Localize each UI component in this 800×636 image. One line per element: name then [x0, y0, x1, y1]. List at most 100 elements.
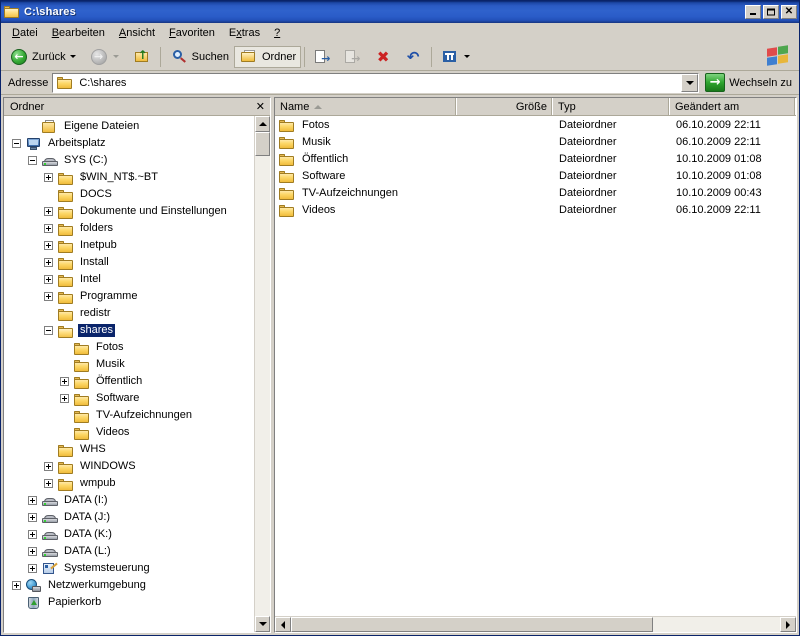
- expand-plus-icon[interactable]: [28, 564, 37, 573]
- menu-datei[interactable]: Datei: [5, 25, 45, 41]
- scroll-track[interactable]: [255, 132, 270, 616]
- move-to-button[interactable]: →: [308, 46, 338, 68]
- views-button[interactable]: [435, 46, 478, 68]
- expand-plus-icon[interactable]: [28, 530, 37, 539]
- tree-node[interactable]: DATA (L:): [4, 543, 254, 560]
- back-dropdown-icon[interactable]: [70, 55, 76, 58]
- tree-node[interactable]: WHS: [4, 441, 254, 458]
- tree-node[interactable]: Fotos: [4, 339, 254, 356]
- search-button[interactable]: Suchen: [164, 46, 234, 68]
- menu-help[interactable]: ?: [267, 25, 287, 41]
- tree-node[interactable]: DATA (J:): [4, 509, 254, 526]
- tree-node[interactable]: Programme: [4, 288, 254, 305]
- collapse-minus-icon[interactable]: [44, 326, 53, 335]
- address-dropdown-button[interactable]: [681, 74, 698, 92]
- minimize-button[interactable]: [745, 5, 761, 19]
- title-bar[interactable]: C:\shares ✕: [1, 1, 799, 23]
- expand-plus-icon[interactable]: [60, 377, 69, 386]
- file-list-row[interactable]: ÖffentlichDateiordner10.10.2009 01:08: [275, 150, 796, 167]
- tree-node[interactable]: Arbeitsplatz: [4, 135, 254, 152]
- scroll-thumb[interactable]: [255, 132, 270, 156]
- tree-node[interactable]: shares: [4, 322, 254, 339]
- column-header[interactable]: Geändert am: [670, 98, 796, 115]
- address-input[interactable]: C:\shares: [52, 73, 699, 93]
- go-button[interactable]: Wechseln zu: [703, 72, 796, 94]
- column-header[interactable]: Name: [275, 98, 457, 115]
- menu-extras[interactable]: Extras: [222, 25, 267, 41]
- close-button[interactable]: ✕: [781, 5, 797, 19]
- scroll-down-button[interactable]: [255, 616, 270, 632]
- folders-button[interactable]: Ordner: [234, 46, 301, 68]
- tree-node[interactable]: DATA (I:): [4, 492, 254, 509]
- tree-node[interactable]: Intel: [4, 271, 254, 288]
- collapse-minus-icon[interactable]: [12, 139, 21, 148]
- expand-plus-icon[interactable]: [44, 173, 53, 182]
- tree-node[interactable]: Papierkorb: [4, 594, 254, 611]
- tree-node[interactable]: DOCS: [4, 186, 254, 203]
- file-list-row[interactable]: MusikDateiordner06.10.2009 22:11: [275, 133, 796, 150]
- tree-node[interactable]: Software: [4, 390, 254, 407]
- hscroll-thumb[interactable]: [291, 617, 653, 632]
- scroll-left-button[interactable]: [275, 617, 291, 632]
- tree-node[interactable]: WINDOWS: [4, 458, 254, 475]
- tree-node[interactable]: Musik: [4, 356, 254, 373]
- file-list-row[interactable]: FotosDateiordner06.10.2009 22:11: [275, 116, 796, 133]
- tree-node[interactable]: SYS (C:): [4, 152, 254, 169]
- expand-plus-icon[interactable]: [28, 496, 37, 505]
- column-header[interactable]: Größe: [457, 98, 553, 115]
- expand-plus-icon[interactable]: [60, 394, 69, 403]
- tree-node[interactable]: Systemsteuerung: [4, 560, 254, 577]
- column-header[interactable]: Typ: [553, 98, 670, 115]
- collapse-minus-icon[interactable]: [28, 156, 37, 165]
- scroll-up-button[interactable]: [255, 116, 270, 132]
- tree-node[interactable]: Dokumente und Einstellungen: [4, 203, 254, 220]
- tree-node[interactable]: DATA (K:): [4, 526, 254, 543]
- file-list-row[interactable]: SoftwareDateiordner10.10.2009 01:08: [275, 167, 796, 184]
- folder-icon: [58, 188, 74, 202]
- expand-plus-icon[interactable]: [44, 275, 53, 284]
- copy-to-button[interactable]: →: [338, 46, 368, 68]
- menu-bearbeiten[interactable]: Bearbeiten: [45, 25, 112, 41]
- tree-node[interactable]: Netzwerkumgebung: [4, 577, 254, 594]
- expand-plus-icon[interactable]: [44, 292, 53, 301]
- expand-plus-icon[interactable]: [44, 462, 53, 471]
- up-button[interactable]: ↑: [127, 46, 157, 68]
- views-dropdown-icon[interactable]: [464, 55, 470, 58]
- file-list-hscrollbar[interactable]: [275, 616, 796, 632]
- back-button[interactable]: ← Zurück: [4, 46, 84, 68]
- delete-button[interactable]: ✖: [368, 46, 398, 68]
- expand-plus-icon[interactable]: [44, 224, 53, 233]
- expand-plus-icon[interactable]: [44, 207, 53, 216]
- folder-tree-scrollbar[interactable]: [254, 116, 270, 632]
- tree-node[interactable]: Inetpub: [4, 237, 254, 254]
- menu-ansicht[interactable]: Ansicht: [112, 25, 162, 41]
- tree-node[interactable]: wmpub: [4, 475, 254, 492]
- tree-node[interactable]: Videos: [4, 424, 254, 441]
- file-list-row[interactable]: TV-AufzeichnungenDateiordner10.10.2009 0…: [275, 184, 796, 201]
- file-list[interactable]: FotosDateiordner06.10.2009 22:11MusikDat…: [275, 116, 796, 616]
- tree-node[interactable]: folders: [4, 220, 254, 237]
- expand-plus-icon[interactable]: [44, 258, 53, 267]
- undo-button[interactable]: ↶: [398, 46, 428, 68]
- tree-node[interactable]: Öffentlich: [4, 373, 254, 390]
- tree-node[interactable]: redistr: [4, 305, 254, 322]
- tree-node[interactable]: Eigene Dateien: [4, 118, 254, 135]
- expand-plus-icon[interactable]: [28, 547, 37, 556]
- tree-node[interactable]: Install: [4, 254, 254, 271]
- expand-plus-icon[interactable]: [44, 241, 53, 250]
- tree-node[interactable]: TV-Aufzeichnungen: [4, 407, 254, 424]
- file-list-row[interactable]: VideosDateiordner06.10.2009 22:11: [275, 201, 796, 218]
- scroll-right-button[interactable]: [780, 617, 796, 632]
- tree-node-label: Programme: [78, 290, 139, 303]
- forward-dropdown-icon[interactable]: [113, 55, 119, 58]
- expand-plus-icon[interactable]: [44, 479, 53, 488]
- maximize-button[interactable]: [763, 5, 779, 19]
- tree-node[interactable]: $WIN_NT$.~BT: [4, 169, 254, 186]
- expand-plus-icon[interactable]: [28, 513, 37, 522]
- folder-tree[interactable]: Eigene DateienArbeitsplatzSYS (C:)$WIN_N…: [4, 116, 254, 632]
- menu-favoriten[interactable]: Favoriten: [162, 25, 222, 41]
- forward-button[interactable]: →: [84, 46, 127, 68]
- hscroll-track[interactable]: [291, 617, 780, 632]
- expand-plus-icon[interactable]: [12, 581, 21, 590]
- folders-pane-close-icon[interactable]: ✕: [256, 102, 265, 112]
